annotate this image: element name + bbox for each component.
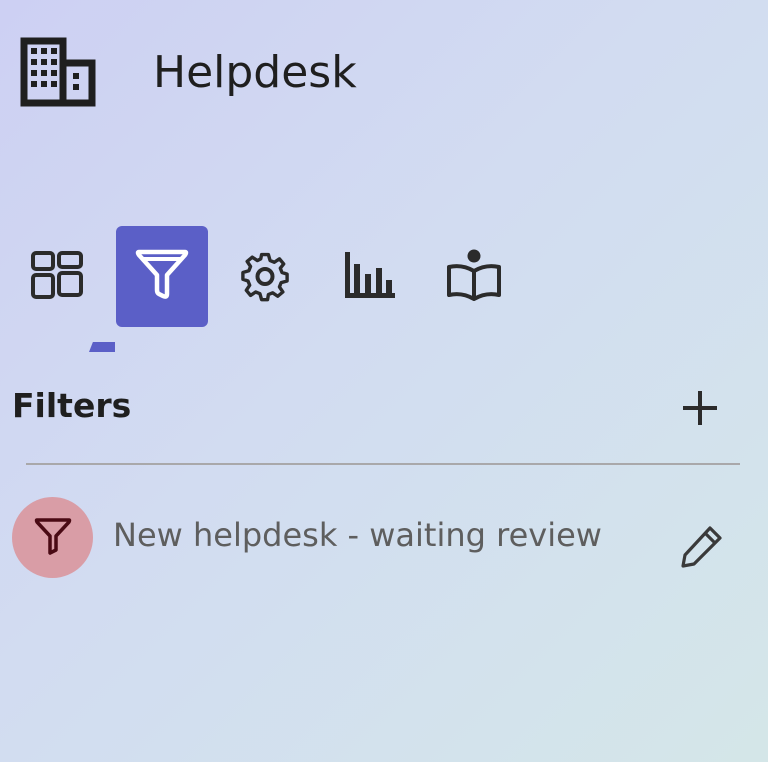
tab-bar — [0, 222, 768, 352]
add-filter-button[interactable] — [674, 384, 726, 436]
section-title: Filters — [12, 386, 132, 425]
filter-avatar — [12, 497, 93, 578]
pencil-icon — [679, 523, 725, 573]
app-header: Helpdesk — [0, 0, 768, 150]
tab-dashboard[interactable] — [12, 226, 104, 327]
filter-label[interactable]: New helpdesk - waiting review — [113, 516, 602, 554]
app-title: Helpdesk — [153, 47, 357, 98]
plus-icon — [680, 388, 720, 432]
bar-chart-icon — [341, 248, 399, 306]
tab-settings[interactable] — [219, 226, 311, 327]
active-tab-indicator — [89, 342, 115, 352]
reading-book-icon — [445, 247, 503, 307]
divider — [26, 463, 740, 465]
edit-filter-button[interactable] — [676, 520, 728, 576]
gear-icon — [236, 246, 294, 308]
dashboard-icon — [29, 249, 87, 305]
tab-filters[interactable] — [116, 226, 208, 327]
filter-icon — [34, 516, 72, 560]
filters-header: Filters — [0, 378, 768, 448]
filter-icon — [134, 246, 190, 308]
tab-knowledge[interactable] — [428, 226, 520, 327]
tab-reports[interactable] — [324, 226, 416, 327]
filter-list-item[interactable]: New helpdesk - waiting review — [0, 493, 768, 583]
building-icon — [18, 37, 98, 107]
